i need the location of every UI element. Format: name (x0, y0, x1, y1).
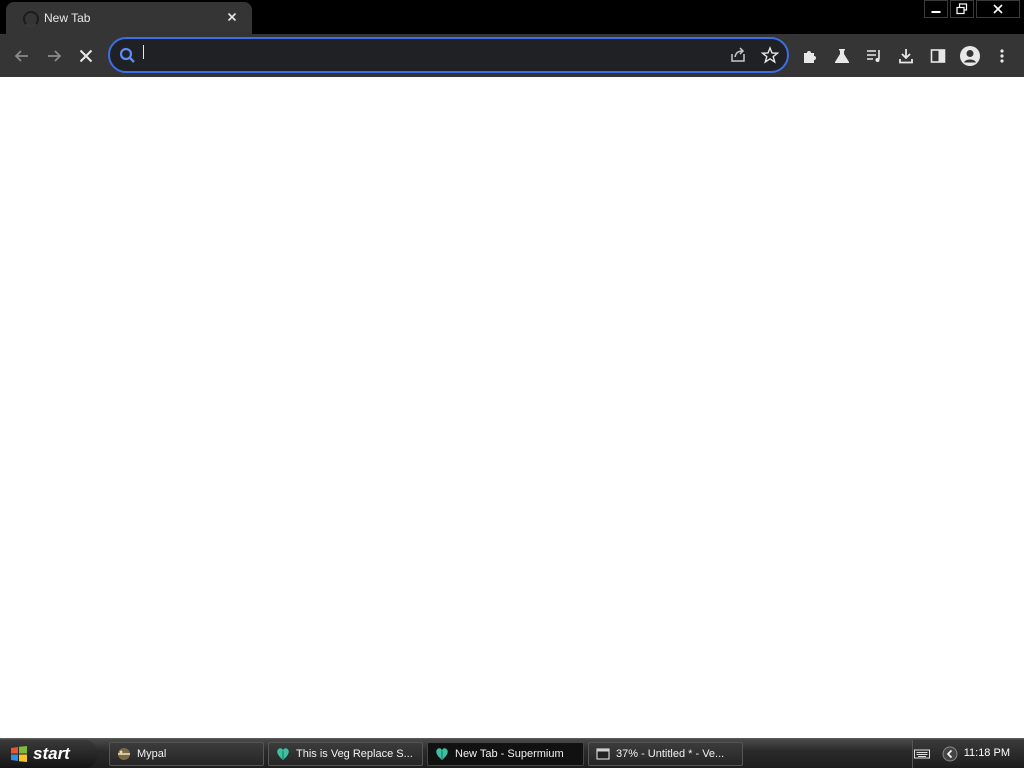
start-button[interactable]: start (0, 740, 97, 768)
star-icon[interactable] (759, 44, 781, 66)
task-label: Mypal (137, 748, 167, 760)
task-label: This is Veg Replace S... (296, 748, 413, 760)
flask-icon[interactable] (831, 45, 853, 67)
minimize-icon (931, 11, 941, 13)
page-content (0, 77, 1024, 738)
address-bar[interactable] (108, 37, 789, 73)
loading-spinner-icon (23, 11, 39, 27)
stop-icon[interactable] (75, 45, 97, 67)
taskbar-item-untitled-editor[interactable]: 37% - Untitled * - Ve... (588, 742, 743, 766)
clock[interactable]: 11:18 PM (964, 747, 1010, 759)
minimize-button[interactable] (924, 0, 948, 18)
taskbar: start Mypal This is Veg Replace S... New… (0, 738, 1024, 768)
text-cursor (143, 45, 144, 59)
browser-app-icon (434, 746, 450, 762)
tab-strip: New Tab (0, 0, 1024, 34)
browser-toolbar (0, 34, 1024, 77)
download-icon[interactable] (895, 45, 917, 67)
kebab-menu-icon[interactable] (991, 45, 1013, 67)
close-icon (993, 4, 1003, 14)
taskbar-item-new-tab-supermium[interactable]: New Tab - Supermium (427, 742, 584, 766)
tab-new-tab[interactable]: New Tab (6, 2, 252, 34)
search-icon (116, 44, 138, 66)
taskbar-item-veg-replace[interactable]: This is Veg Replace S... (268, 742, 423, 766)
address-input[interactable] (144, 42, 704, 66)
chevron-left-icon[interactable] (942, 746, 958, 762)
system-tray: 11:18 PM (912, 740, 1024, 768)
restore-icon (956, 3, 968, 15)
forward-arrow-icon[interactable] (43, 45, 65, 67)
task-label: 37% - Untitled * - Ve... (616, 748, 725, 760)
media-queue-icon[interactable] (863, 45, 885, 67)
task-label: New Tab - Supermium (455, 748, 564, 760)
windows-logo-icon (11, 746, 27, 762)
document-window-icon (595, 746, 611, 762)
back-arrow-icon[interactable] (11, 45, 33, 67)
window-controls (924, 0, 1020, 18)
tab-title: New Tab (44, 11, 91, 25)
restore-button[interactable] (950, 0, 974, 18)
profile-avatar-icon[interactable] (959, 45, 981, 67)
share-icon[interactable] (727, 44, 749, 66)
puzzle-icon[interactable] (799, 45, 821, 67)
mypal-app-icon (116, 746, 132, 762)
browser-app-icon (275, 746, 291, 762)
screen: New Tab start Mypal This is Veg Replace … (0, 0, 1024, 768)
close-window-button[interactable] (976, 0, 1020, 18)
keyboard-icon[interactable] (914, 746, 930, 762)
start-label: start (33, 744, 70, 763)
close-icon[interactable] (224, 9, 240, 25)
side-panel-icon[interactable] (927, 45, 949, 67)
taskbar-item-mypal[interactable]: Mypal (109, 742, 264, 766)
